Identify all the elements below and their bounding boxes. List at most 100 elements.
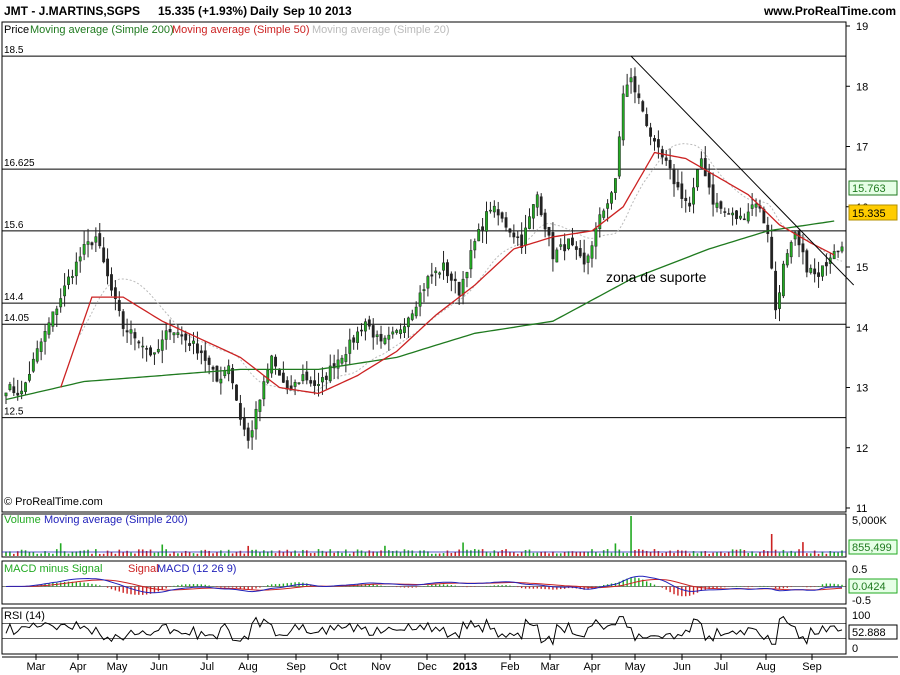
volume-bar xyxy=(825,553,828,556)
volume-bar xyxy=(688,553,691,556)
candle-body xyxy=(539,196,543,216)
macd-hist-bar xyxy=(810,586,812,588)
volume-bar xyxy=(309,553,312,556)
macd-hist-bar xyxy=(407,586,410,588)
volume-bar xyxy=(32,552,35,556)
macd-hist-bar xyxy=(431,584,433,587)
candle-body xyxy=(805,250,809,273)
candle-body xyxy=(711,184,715,205)
macd-hist-bar xyxy=(497,585,499,587)
candle-body xyxy=(196,343,199,354)
candle-body xyxy=(254,408,258,430)
volume-bar xyxy=(649,551,652,556)
macd-hist-bar xyxy=(91,583,93,587)
candle-body xyxy=(797,231,801,246)
macd-hist-bar xyxy=(255,586,257,589)
volume-bar xyxy=(28,552,31,556)
ma20-line xyxy=(79,143,843,393)
macd-hist-bar xyxy=(450,585,453,587)
rsi-path xyxy=(5,615,843,646)
candle-body xyxy=(750,204,754,209)
volume-bar xyxy=(497,552,500,556)
volume-bar xyxy=(106,550,109,556)
candle-body xyxy=(242,416,246,430)
macd-tick-top: 0.5 xyxy=(852,564,867,576)
macd-hist-bar xyxy=(661,586,663,588)
macd-hist-bar xyxy=(548,586,550,590)
volume-bar xyxy=(227,549,230,556)
candle-body xyxy=(403,326,406,333)
candle-body xyxy=(688,202,692,207)
candle-body xyxy=(102,247,106,263)
candle-body xyxy=(739,215,742,219)
volume-bar xyxy=(782,549,785,556)
candle-body xyxy=(270,355,274,374)
candle-body xyxy=(246,427,250,441)
candle-body xyxy=(12,386,16,394)
macd-hist-bar xyxy=(114,586,117,591)
candle-body xyxy=(141,345,145,348)
candle-body xyxy=(668,159,672,169)
volume-bar xyxy=(114,553,117,556)
volume-bar xyxy=(528,549,531,556)
candle-body xyxy=(781,263,785,297)
volume-bar xyxy=(278,550,281,556)
volume-bar xyxy=(223,553,226,556)
volume-bar xyxy=(36,553,39,556)
candle-body xyxy=(531,204,535,219)
candle-body xyxy=(176,332,180,335)
candle-body xyxy=(55,308,59,315)
candle-body xyxy=(582,252,586,265)
x-tick-12: Mar xyxy=(541,661,560,673)
candle-body xyxy=(207,357,211,365)
candle-body xyxy=(110,274,113,291)
volume-bar xyxy=(419,550,421,556)
candle-body xyxy=(192,340,195,344)
volume-bar xyxy=(13,553,15,556)
rsi-tick-bottom: 0 xyxy=(852,643,858,655)
candle-body xyxy=(117,300,121,312)
site-link[interactable]: www.ProRealTime.com xyxy=(763,4,896,18)
candle-body xyxy=(344,354,348,362)
candle-body xyxy=(719,201,723,209)
macd-hist-bar xyxy=(380,585,382,587)
volume-bar xyxy=(126,550,128,556)
volume-bar xyxy=(122,552,124,556)
candle-body xyxy=(512,232,516,238)
x-tick-16: Jul xyxy=(714,661,728,673)
candle-body xyxy=(508,228,512,233)
macd-hist-bar xyxy=(415,586,417,588)
volume-bar xyxy=(774,549,777,556)
rsi-series xyxy=(2,615,846,646)
macd-hist-bar xyxy=(735,585,738,587)
volume-bar xyxy=(333,552,335,556)
price-tick-8: 11 xyxy=(856,503,867,515)
legend-ma20: Moving average (Simple 20) xyxy=(312,24,450,36)
copyright: © ProRealTime.com xyxy=(4,496,103,508)
candle-body xyxy=(281,372,285,383)
candle-body xyxy=(78,256,82,262)
price-change: 15.335 (+1.93%) xyxy=(158,4,247,18)
candle-body xyxy=(801,243,805,253)
volume-bar xyxy=(431,553,433,556)
volume-ma-label: Moving average (Simple 200) xyxy=(44,514,188,526)
volume-bar xyxy=(755,553,757,556)
macd-hist-bar xyxy=(403,586,406,588)
volume-bar xyxy=(368,550,371,556)
legend-ma200: Moving average (Simple 200) xyxy=(30,24,174,36)
candle-body xyxy=(746,211,750,222)
candle-body xyxy=(649,127,652,137)
candle-body xyxy=(305,371,309,381)
candle-body xyxy=(293,381,297,387)
macd-hist-bar xyxy=(274,584,277,587)
macd-hist-bar xyxy=(759,585,761,587)
macd-hist-bar xyxy=(185,584,187,587)
volume-bar xyxy=(575,551,578,556)
candle-body xyxy=(528,216,531,229)
annotation-support-zone: zona de suporte xyxy=(606,269,707,285)
volume-bar xyxy=(380,550,382,556)
candle-body xyxy=(340,357,344,364)
candle-body xyxy=(387,334,391,340)
macd-hist-bar xyxy=(231,586,234,588)
chart-canvas: 18.516.62515.614.414.0512.5 191817161514… xyxy=(1,4,898,673)
